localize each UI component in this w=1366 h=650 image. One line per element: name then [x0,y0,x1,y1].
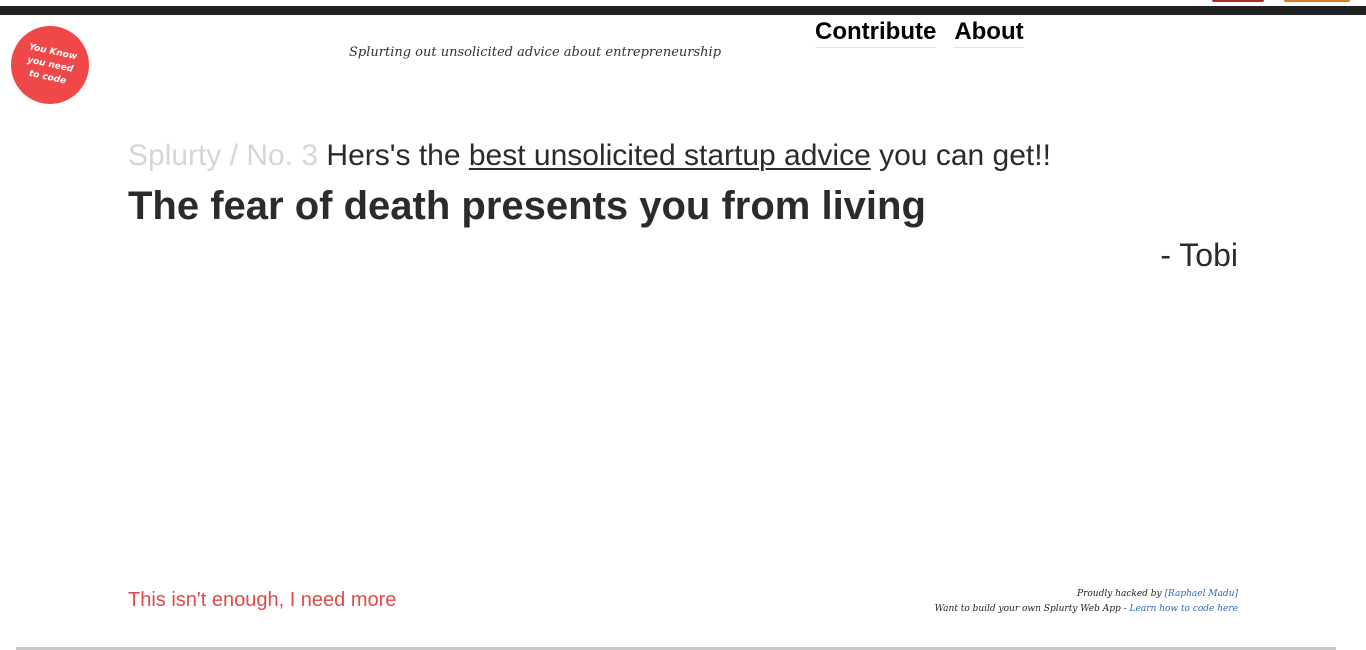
splurt-headline: Splurty / No. 3 Hers's the best unsolici… [128,138,1238,174]
need-more-link[interactable]: This isn't enough, I need more [128,589,396,612]
main-nav: Contribute About [815,18,1024,48]
footer-credits: Proudly hacked by [Raphael Madu] Want to… [935,587,1238,617]
badge-text: You Know you need to code [26,41,78,87]
build-line: Want to build your own Splurty Web App -… [935,602,1238,617]
learn-to-code-link[interactable]: Learn how to code here [1130,604,1238,614]
build-prefix: Want to build your own Splurty Web App - [934,604,1127,614]
nav-contribute[interactable]: Contribute [815,18,937,48]
site-tagline: Splurting out unsolicited advice about e… [349,45,722,60]
nav-about[interactable]: About [954,18,1024,48]
headline-outro-text: you can get!! [879,139,1051,172]
credit-prefix: Proudly hacked by [1077,589,1162,599]
quote-author: - Tobi [1160,237,1238,273]
advice-quote: The fear of death presents you from livi… [128,184,926,228]
splurt-breadcrumb: Splurty / No. 3 [128,139,319,172]
headline-intro-text: Hers's the [326,139,461,172]
top-bar [0,6,1366,15]
top-tab-orange[interactable] [1284,0,1350,2]
splurt-content: Splurty / No. 3 Hers's the best unsolici… [128,138,1238,274]
author-link[interactable]: [Raphael Madu] [1165,589,1239,599]
you-know-you-need-to-code-badge[interactable]: You Know you need to code [11,26,89,104]
best-advice-link[interactable]: best unsolicited startup advice [469,139,871,172]
credit-line: Proudly hacked by [Raphael Madu] [935,587,1238,602]
top-tab-red[interactable] [1212,0,1264,2]
